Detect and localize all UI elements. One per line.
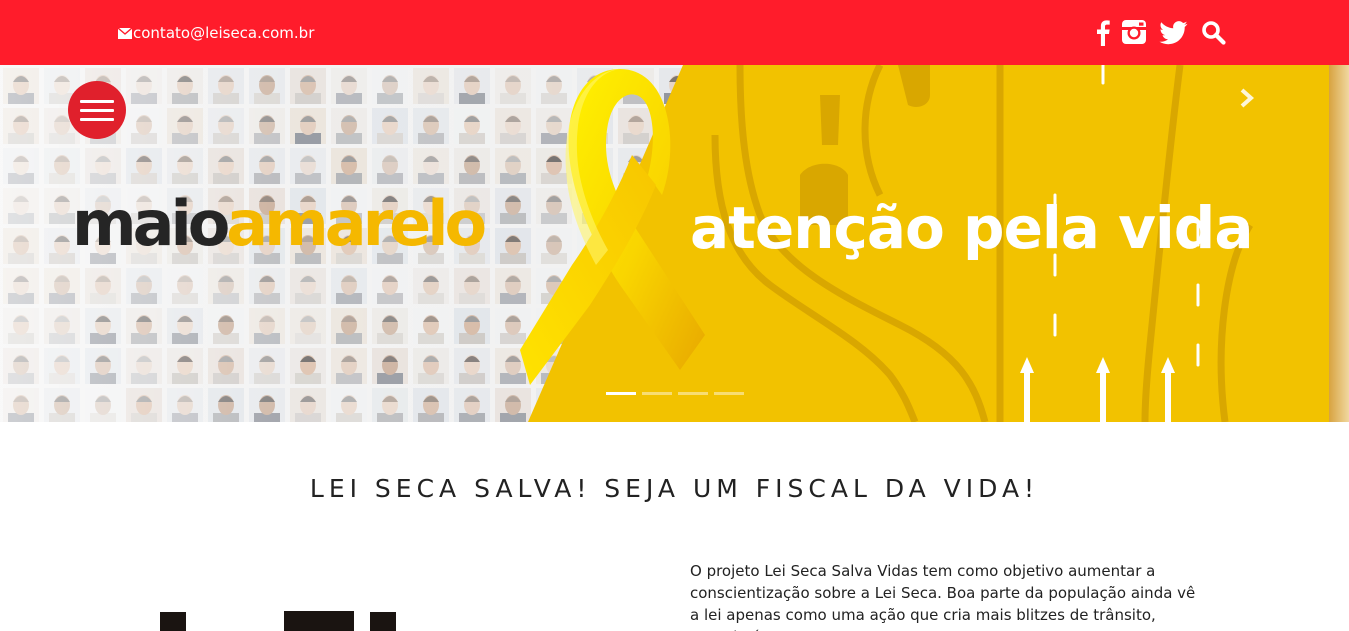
slide-dot-2[interactable] [642,392,672,395]
slide-dot-1[interactable] [606,392,636,395]
photo-edge [1329,65,1349,422]
intro-paragraph: O projeto Lei Seca Salva Vidas tem como … [690,562,1196,631]
lei-seca-logo [160,611,396,631]
top-bar: contato@leiseca.com.br [0,0,1349,65]
slide-indicators [606,392,744,395]
chevron-right-icon[interactable] [1236,87,1258,109]
headline-word-amarelo: amarelo [226,187,487,260]
mail-icon [118,27,132,39]
search-icon[interactable] [1201,20,1226,45]
menu-line [80,109,114,112]
instagram-icon[interactable] [1121,19,1147,45]
headline-word-maio: maio [72,187,230,260]
slide-dot-4[interactable] [714,392,744,395]
yellow-ribbon-icon [520,69,705,385]
facebook-icon[interactable] [1096,19,1110,46]
menu-line [80,100,114,103]
campaign-tagline: atenção pela vida [690,194,1253,262]
slide-dot-3[interactable] [678,392,708,395]
email-text: contato@leiseca.com.br [133,24,315,42]
menu-button[interactable] [68,81,126,139]
menu-line [80,118,114,121]
email-link[interactable]: contato@leiseca.com.br [118,23,314,43]
twitter-icon[interactable] [1159,21,1188,45]
hero-banner: maioamarelo atenção pela vida [0,65,1349,422]
section-title: LEI SECA SALVA! SEJA UM FISCAL DA VIDA! [309,474,1040,503]
campaign-headline: maioamarelo [72,183,487,265]
